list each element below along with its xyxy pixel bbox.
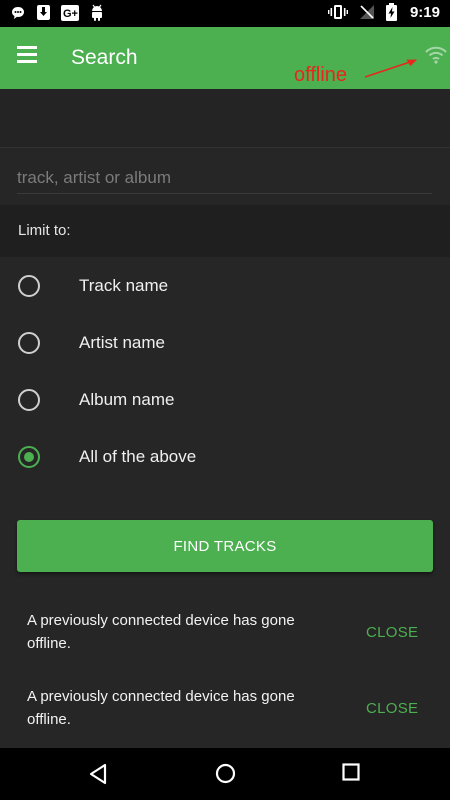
search-input[interactable] xyxy=(17,163,432,194)
vibrate-icon xyxy=(327,5,348,19)
hamburger-menu-icon[interactable] xyxy=(17,46,39,70)
status-clock: 9:19 xyxy=(409,3,440,21)
navigation-bar xyxy=(0,748,450,800)
snackbar-message: A previously connected device has gone o… xyxy=(27,688,295,728)
limit-header: Limit to: xyxy=(0,205,450,257)
status-notification-icons: G+ xyxy=(10,4,105,21)
no-signal-icon xyxy=(359,5,374,19)
battery-charging-icon xyxy=(385,3,397,21)
status-bar: G+ 9:19 xyxy=(0,0,450,27)
radio-option-album-name[interactable]: Album name xyxy=(0,372,450,428)
status-system-icons: 9:19 xyxy=(327,3,440,21)
android-icon xyxy=(92,4,102,21)
limit-label: Limit to: xyxy=(18,222,71,239)
snackbar-offline-1: A previously connected device has gone o… xyxy=(0,598,450,674)
wifi-icon xyxy=(425,46,447,64)
radio-option-track-name[interactable]: Track name xyxy=(0,258,450,314)
radio-checked-icon[interactable] xyxy=(18,446,40,468)
radio-unchecked-icon[interactable] xyxy=(18,332,40,354)
chat-bubble-icon xyxy=(12,6,24,19)
annotation-arrow-icon xyxy=(364,59,417,78)
radio-option-artist-name[interactable]: Artist name xyxy=(0,315,450,371)
find-tracks-button[interactable]: FIND TRACKS xyxy=(17,520,433,572)
offline-annotation-label: offline xyxy=(294,64,348,86)
radio-option-all-of-the-above[interactable]: All of the above xyxy=(0,429,450,485)
radio-label: All of the above xyxy=(79,447,197,466)
recents-icon[interactable] xyxy=(342,763,360,781)
divider xyxy=(0,147,450,148)
radio-label: Album name xyxy=(79,390,175,409)
radio-unchecked-icon[interactable] xyxy=(18,389,40,411)
back-icon[interactable] xyxy=(88,763,108,785)
snackbar-close-button[interactable]: CLOSE xyxy=(366,700,418,717)
home-icon[interactable] xyxy=(215,763,236,784)
radio-label: Track name xyxy=(79,276,169,295)
snackbar-message: A previously connected device has gone o… xyxy=(27,612,295,652)
search-top-strip xyxy=(0,89,450,147)
radio-unchecked-icon[interactable] xyxy=(18,275,40,297)
download-icon xyxy=(37,5,50,20)
svg-text:G+: G+ xyxy=(63,8,78,20)
snackbar-close-button[interactable]: CLOSE xyxy=(366,624,418,641)
radio-label: Artist name xyxy=(79,333,165,352)
google-plus-icon: G+ xyxy=(61,4,79,21)
snackbar-offline-2: A previously connected device has gone o… xyxy=(0,674,450,750)
page-title: Search xyxy=(71,46,138,69)
